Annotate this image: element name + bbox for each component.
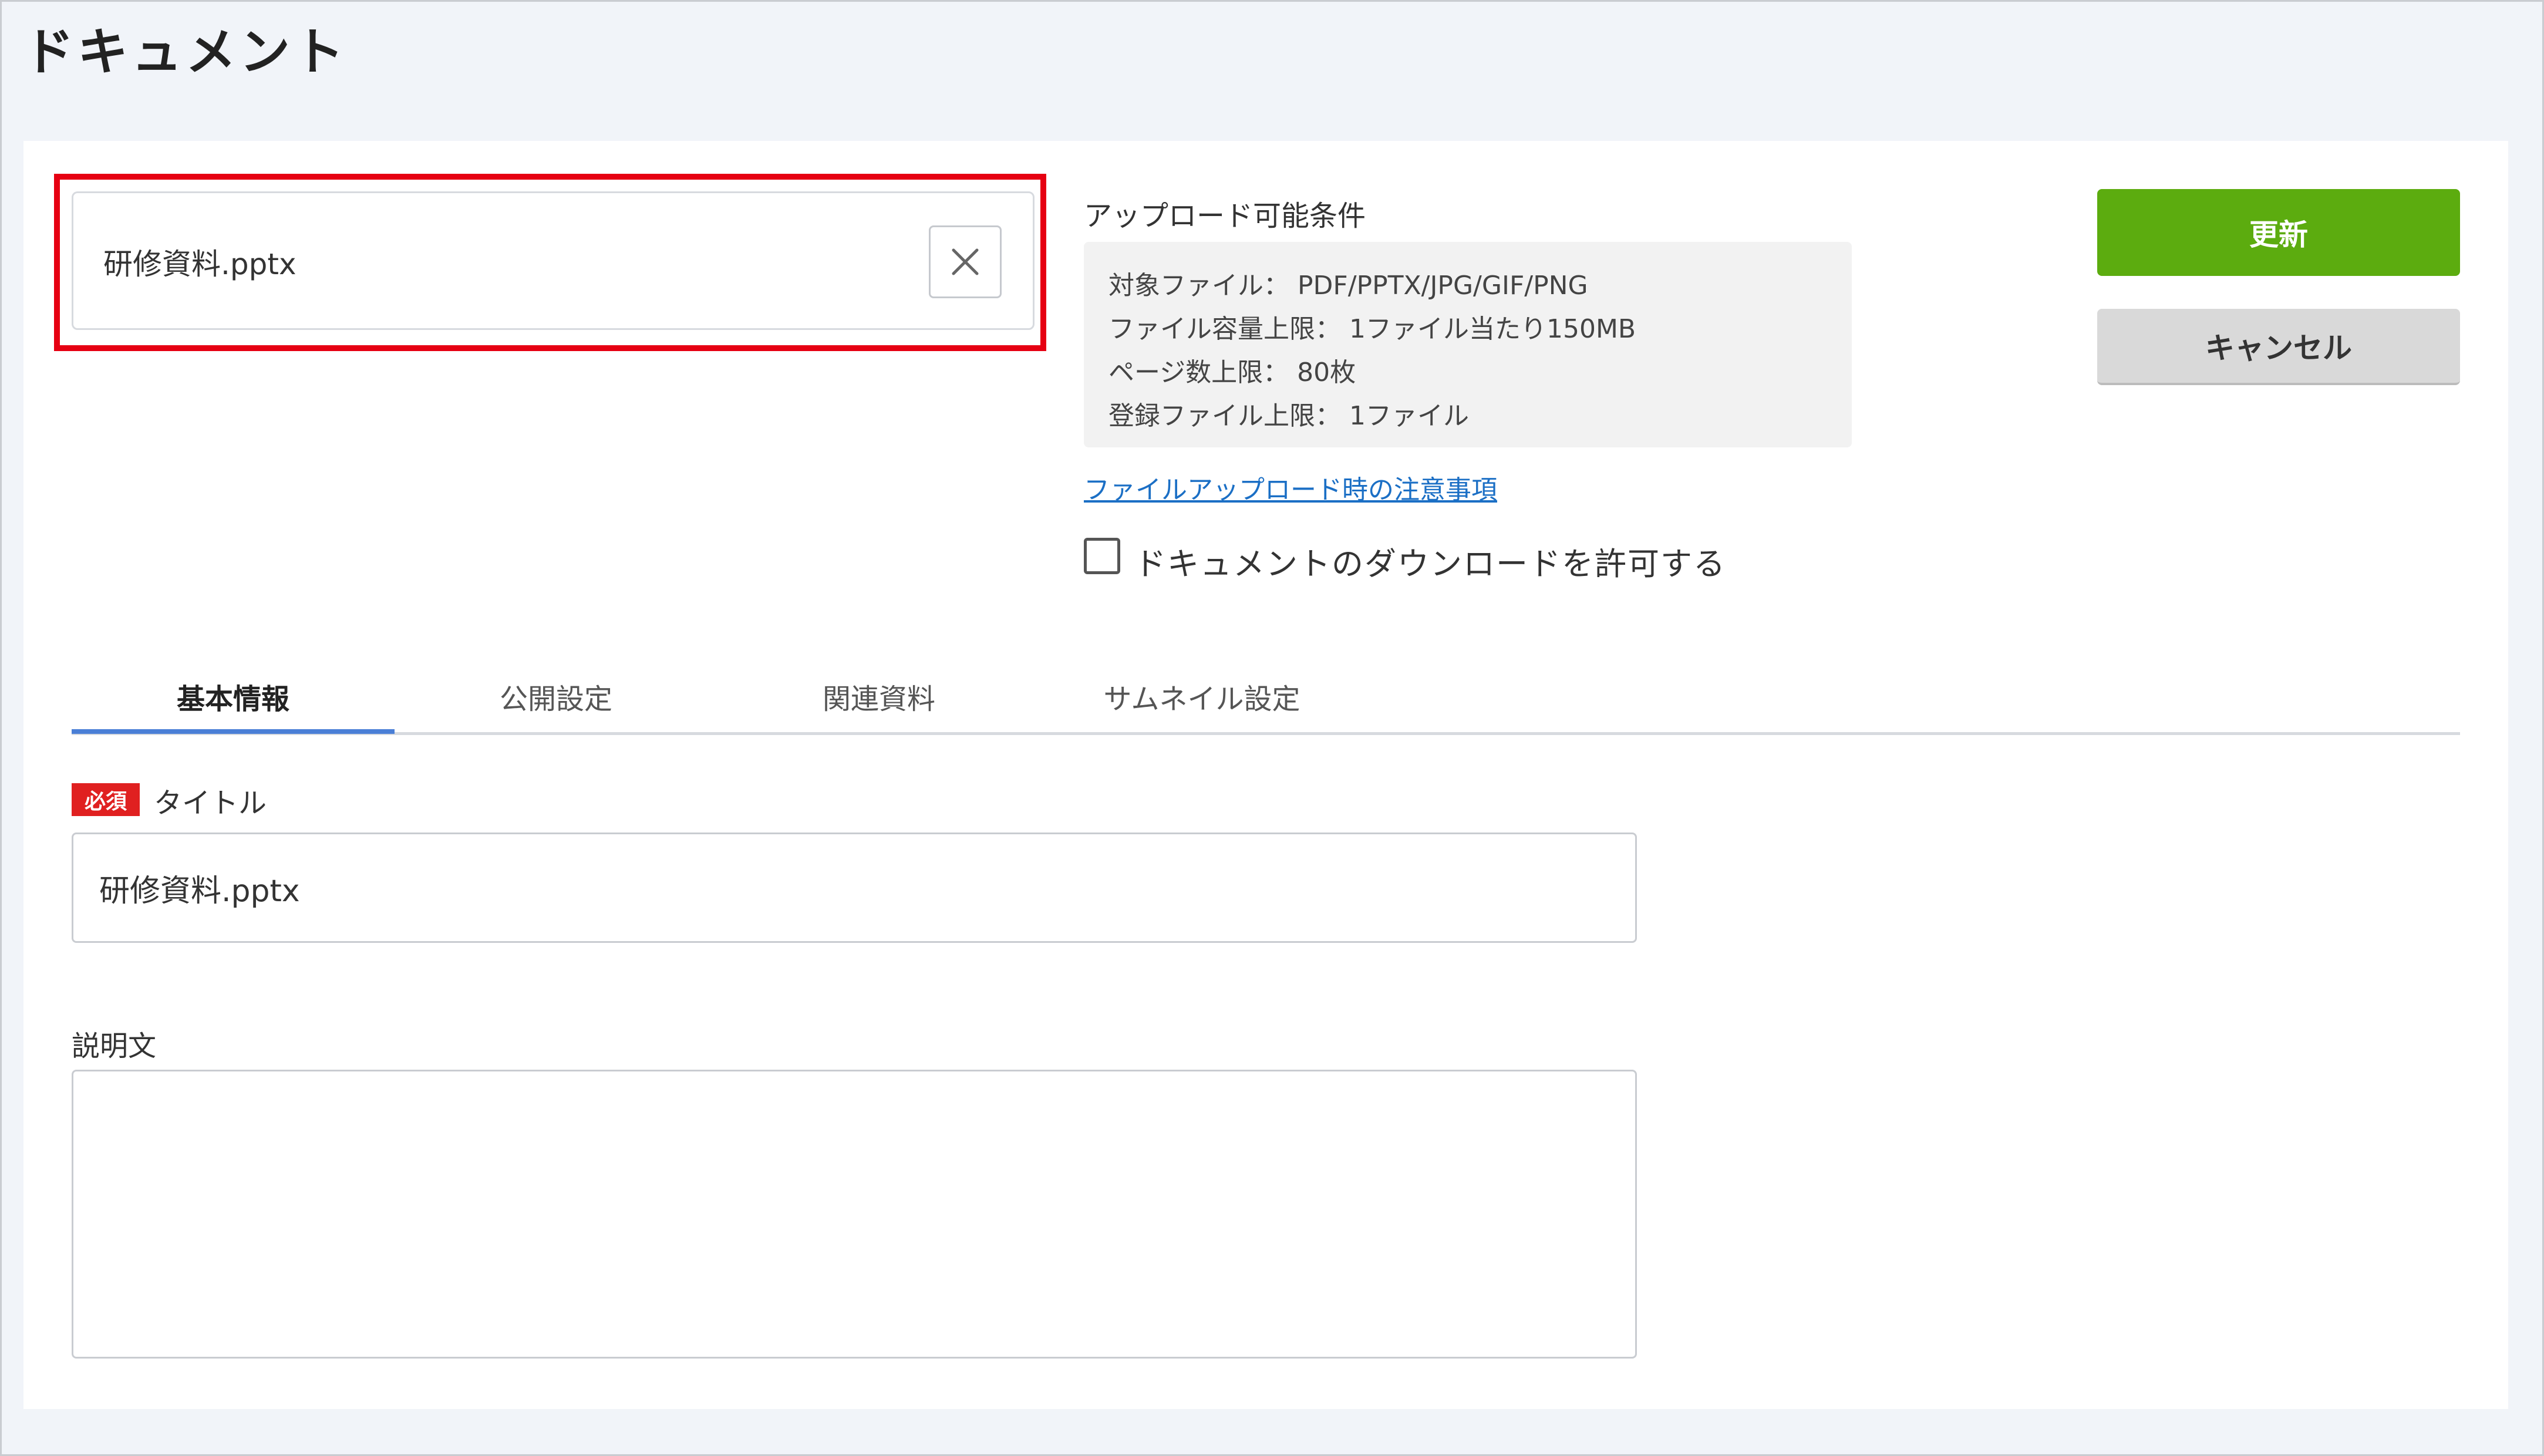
condition-page-limit: ページ数上限： 80枚	[1108, 358, 1356, 387]
page-title: ドキュメント	[23, 23, 348, 82]
title-input[interactable]	[72, 833, 1637, 943]
upload-notice-link[interactable]: ファイルアップロード時の注意事項	[1084, 469, 1497, 506]
active-tab-indicator	[72, 729, 395, 734]
tab-publish-settings[interactable]: 公開設定	[395, 658, 717, 735]
uploaded-file-name: 研修資料.pptx	[103, 247, 296, 281]
title-label: タイトル	[154, 787, 267, 820]
description-textarea[interactable]	[72, 1070, 1637, 1359]
condition-file-count: 登録ファイル上限： 1ファイル	[1108, 401, 1469, 431]
remove-file-button[interactable]	[929, 225, 1002, 298]
update-button[interactable]: 更新	[2097, 189, 2460, 276]
upload-conditions-title: アップロード可能条件	[1084, 200, 1366, 232]
tab-thumbnail-settings[interactable]: サムネイル設定	[1040, 658, 1363, 735]
condition-file-types: 対象ファイル： PDF/PPTX/JPG/GIF/PNG	[1108, 271, 1588, 301]
description-label: 説明文	[72, 1030, 157, 1063]
cancel-button[interactable]: キャンセル	[2097, 309, 2460, 385]
tab-basic-info[interactable]: 基本情報	[72, 658, 395, 735]
required-badge: 必須	[72, 783, 140, 816]
tab-related-materials[interactable]: 関連資料	[717, 658, 1040, 735]
condition-file-size: ファイル容量上限： 1ファイル当たり150MB	[1108, 314, 1636, 344]
close-icon	[952, 248, 979, 275]
allow-download-label[interactable]: ドキュメントのダウンロードを許可する	[1134, 538, 1726, 584]
tab-bar: 基本情報 公開設定 関連資料 サムネイル設定	[72, 658, 2460, 735]
allow-download-checkbox[interactable]	[1084, 538, 1120, 574]
